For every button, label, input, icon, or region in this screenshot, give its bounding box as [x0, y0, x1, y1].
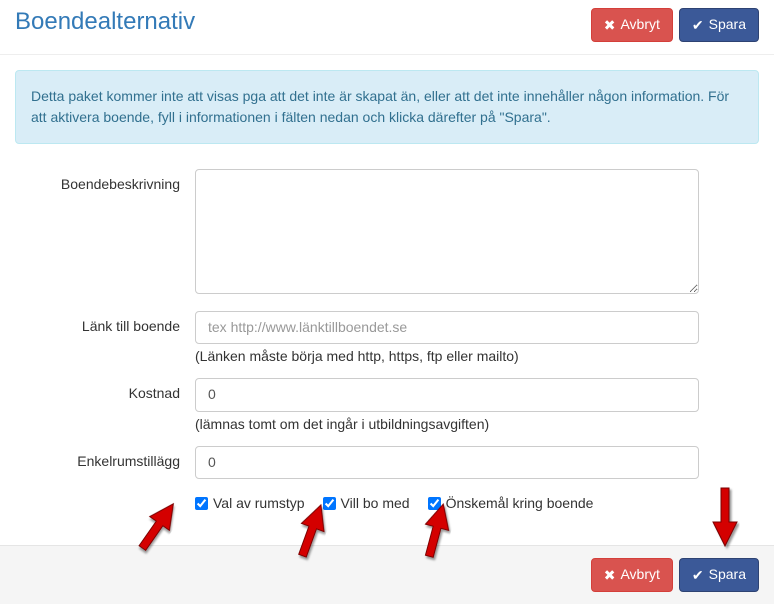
description-label: Boendebeskrivning: [15, 169, 195, 192]
cancel-button-label: Avbryt: [620, 15, 659, 35]
footer-button-group: ✖ Avbryt ✔ Spara: [591, 558, 759, 592]
roomtype-checkbox-label: Val av rumstyp: [213, 495, 305, 511]
footer-save-button-label: Spara: [709, 565, 746, 585]
check-icon: ✔: [692, 568, 704, 582]
close-icon: ✖: [604, 568, 616, 582]
cancel-button[interactable]: ✖ Avbryt: [591, 8, 673, 42]
info-alert: Detta paket kommer inte att visas pga at…: [15, 70, 759, 144]
close-icon: ✖: [604, 18, 616, 32]
link-label: Länk till boende: [15, 311, 195, 334]
link-help-text: (Länken måste börja med http, https, ftp…: [195, 348, 699, 364]
header-button-group: ✖ Avbryt ✔ Spara: [591, 8, 759, 42]
page-title: Boendealternativ: [15, 8, 195, 36]
description-textarea[interactable]: [195, 169, 699, 294]
check-icon: ✔: [692, 18, 704, 32]
link-input[interactable]: [195, 311, 699, 345]
roomtype-checkbox[interactable]: [195, 497, 208, 510]
save-button-label: Spara: [709, 15, 746, 35]
livewith-checkbox[interactable]: [323, 497, 336, 510]
cost-label: Kostnad: [15, 378, 195, 401]
roomtype-checkbox-item[interactable]: Val av rumstyp: [195, 495, 305, 511]
footer-cancel-button-label: Avbryt: [620, 565, 659, 585]
wishes-checkbox-label: Önskemål kring boende: [446, 495, 594, 511]
wishes-checkbox-item[interactable]: Önskemål kring boende: [428, 495, 594, 511]
cost-help-text: (lämnas tomt om det ingår i utbildningsa…: [195, 416, 699, 432]
footer-cancel-button[interactable]: ✖ Avbryt: [591, 558, 673, 592]
singleroom-label: Enkelrumstillägg: [15, 446, 195, 469]
footer-save-button[interactable]: ✔ Spara: [679, 558, 759, 592]
cost-input[interactable]: [195, 378, 699, 412]
singleroom-input[interactable]: [195, 446, 699, 480]
livewith-checkbox-item[interactable]: Vill bo med: [323, 495, 410, 511]
save-button[interactable]: ✔ Spara: [679, 8, 759, 42]
wishes-checkbox[interactable]: [428, 497, 441, 510]
livewith-checkbox-label: Vill bo med: [341, 495, 410, 511]
